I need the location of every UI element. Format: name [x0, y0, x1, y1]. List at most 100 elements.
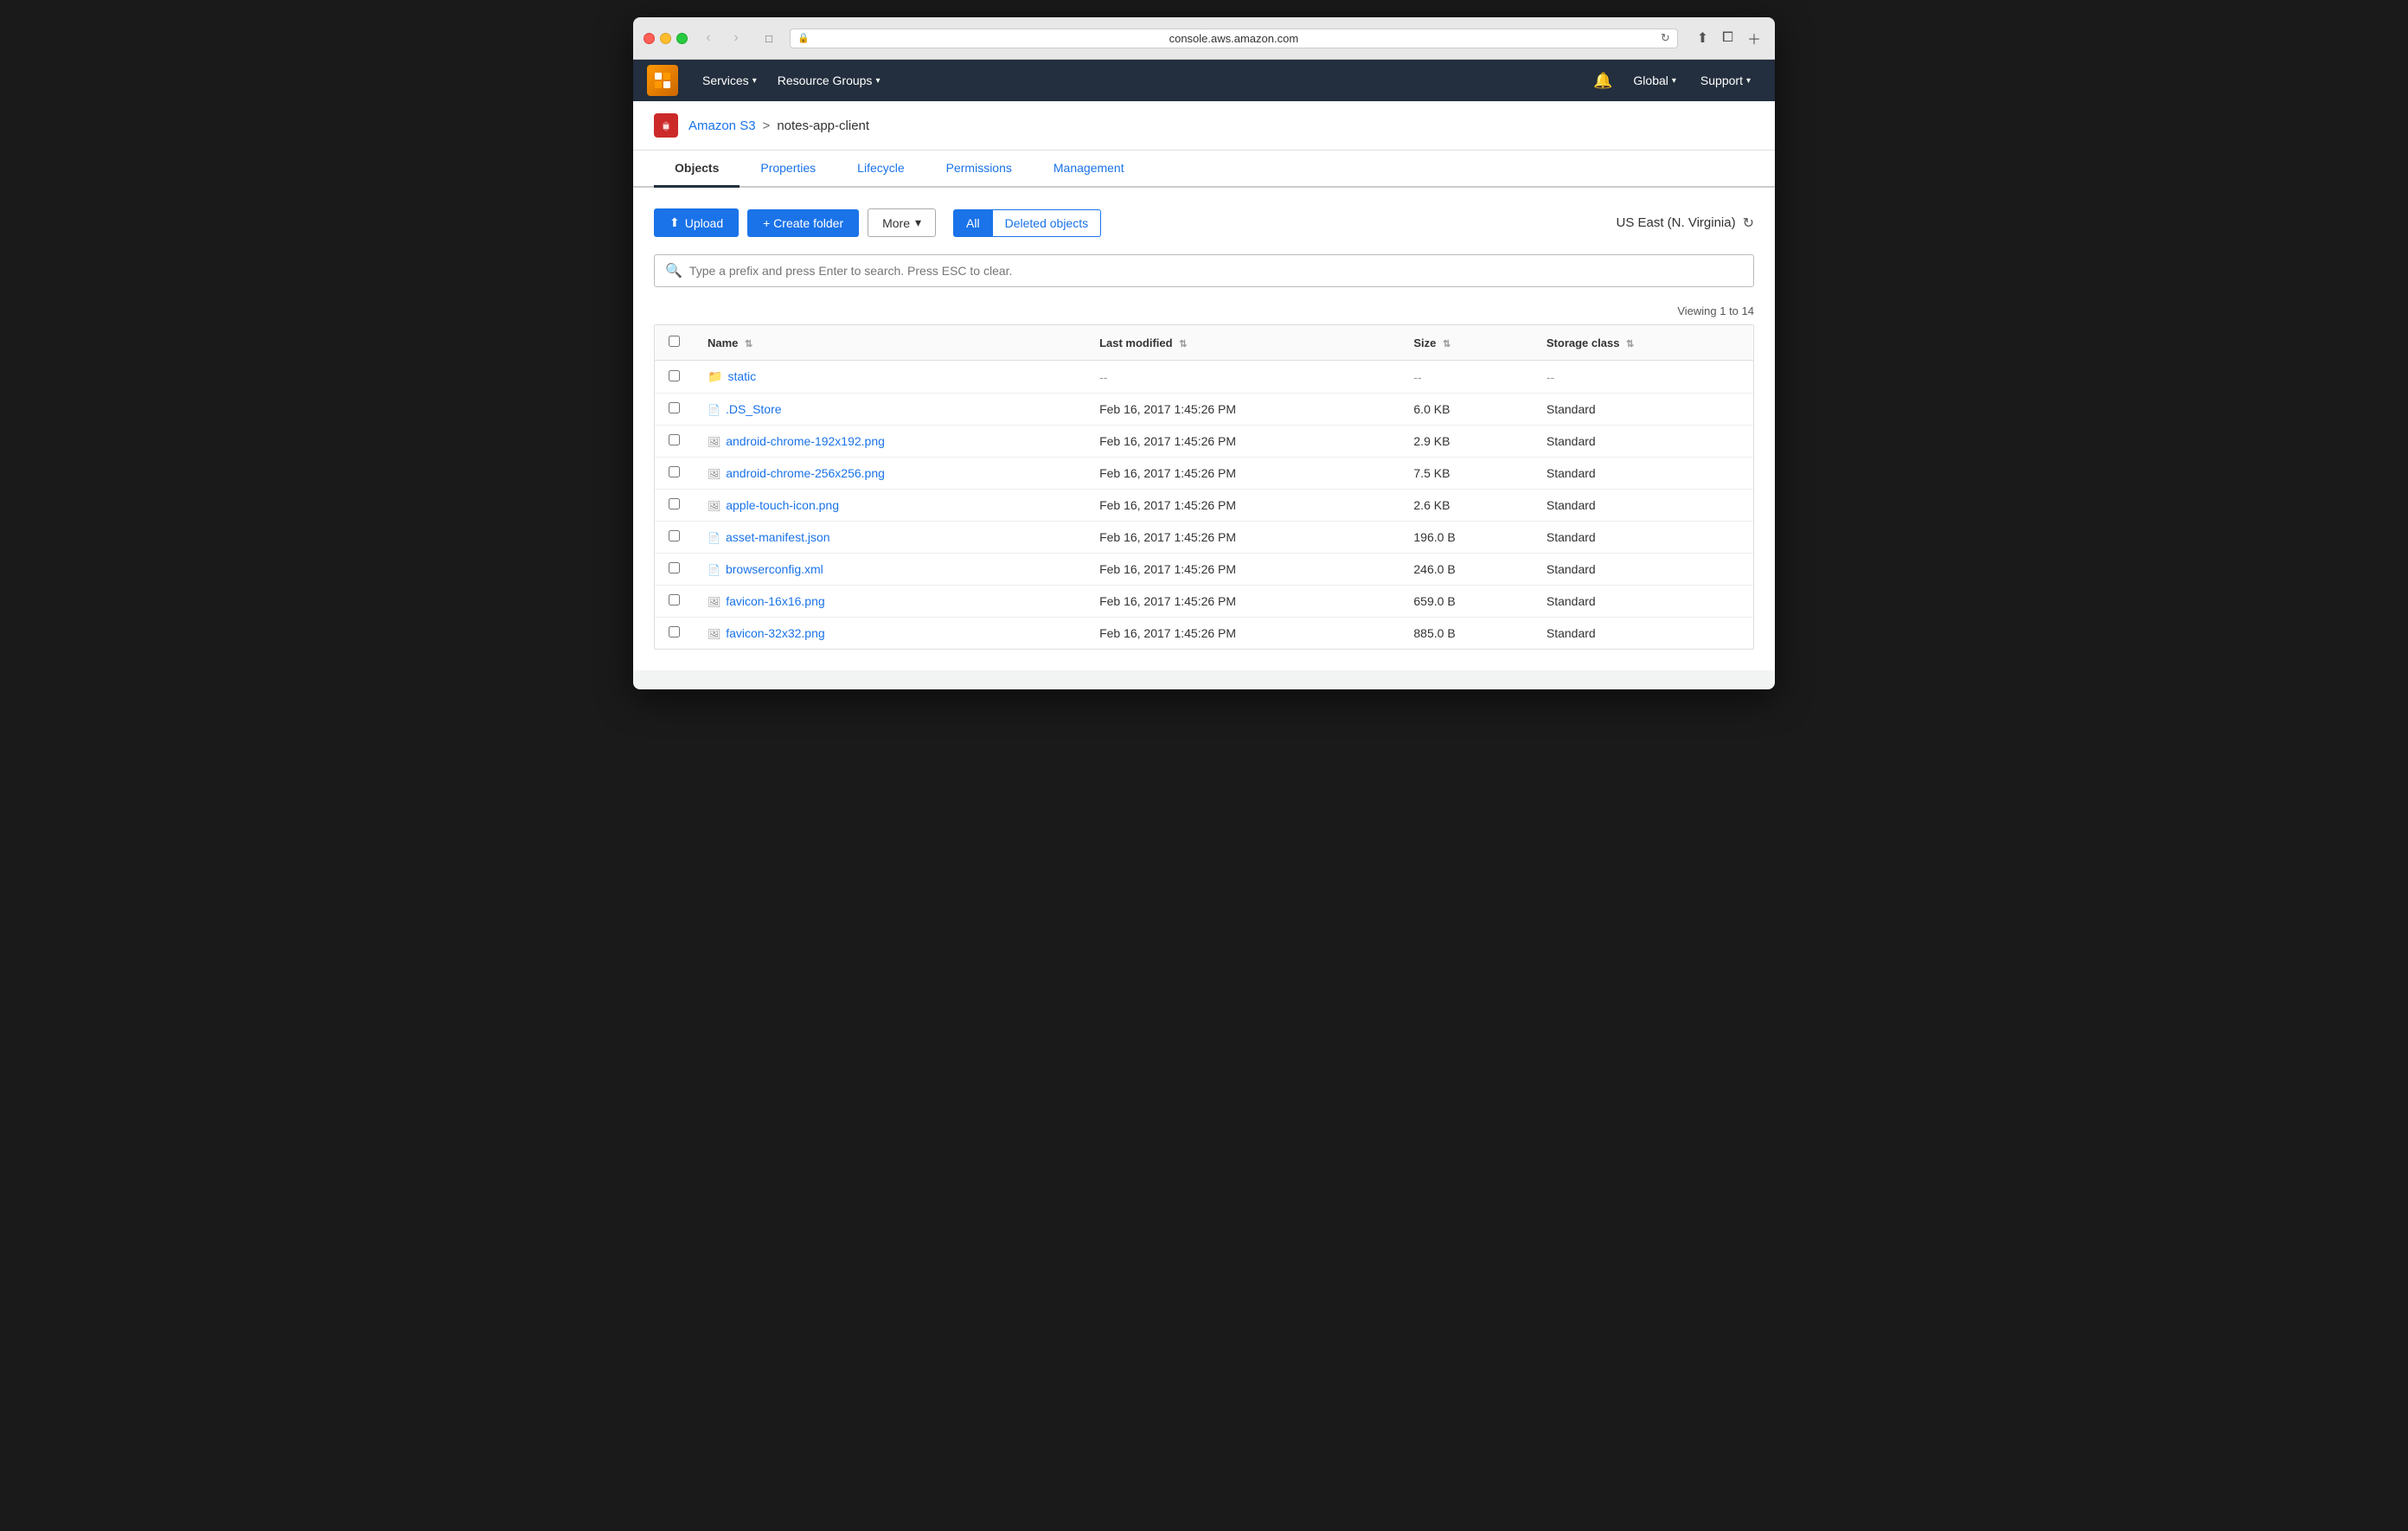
last-modified-column-header[interactable]: Last modified ⇅	[1086, 325, 1399, 361]
size-sort-icon: ⇅	[1443, 339, 1451, 349]
last-modified-sort-icon: ⇅	[1179, 339, 1187, 349]
browser-chrome: ‹ › □ 🔒 console.aws.amazon.com ↻ ⬆ ⧠ ＋	[633, 17, 1775, 60]
viewing-count: Viewing 1 to 14	[654, 304, 1754, 317]
aws-logo[interactable]	[647, 65, 678, 96]
file-name-link[interactable]: asset-manifest.json	[726, 530, 830, 544]
row-name: 🖼android-chrome-192x192.png	[694, 426, 1086, 458]
size-column-header[interactable]: Size ⇅	[1399, 325, 1532, 361]
global-nav-item[interactable]: Global ▾	[1623, 60, 1687, 101]
back-button[interactable]: ‹	[696, 29, 720, 48]
row-checkbox[interactable]	[669, 498, 680, 509]
image-file-icon: 🖼	[708, 596, 720, 608]
maximize-button[interactable]	[676, 33, 688, 44]
notifications-bell-icon[interactable]: 🔔	[1586, 72, 1619, 90]
row-last-modified: Feb 16, 2017 1:45:26 PM	[1086, 426, 1399, 458]
refresh-icon[interactable]: ↻	[1661, 31, 1670, 45]
file-name-link[interactable]: browserconfig.xml	[726, 562, 823, 576]
more-button[interactable]: More ▾	[868, 208, 936, 237]
resource-groups-nav-item[interactable]: Resource Groups ▾	[767, 60, 891, 101]
file-name-link[interactable]: .DS_Store	[726, 402, 782, 416]
share-button[interactable]: ⬆	[1694, 26, 1712, 50]
name-column-header[interactable]: Name ⇅	[694, 325, 1086, 361]
tab-management[interactable]: Management	[1033, 151, 1145, 188]
tab-objects[interactable]: Objects	[654, 151, 740, 188]
row-checkbox[interactable]	[669, 594, 680, 605]
search-input[interactable]	[689, 264, 1743, 278]
row-checkbox[interactable]	[669, 466, 680, 477]
row-storage-class: Standard	[1533, 458, 1753, 490]
close-button[interactable]	[644, 33, 655, 44]
all-filter-button[interactable]: All	[953, 209, 993, 237]
row-storage-class: Standard	[1533, 586, 1753, 618]
row-size: 7.5 KB	[1399, 458, 1532, 490]
file-name-link[interactable]: android-chrome-192x192.png	[726, 434, 885, 448]
row-checkbox[interactable]	[669, 626, 680, 637]
row-name: 🖼 apple-touch-icon.png	[694, 490, 1086, 522]
row-storage-class: Standard	[1533, 426, 1753, 458]
storage-class-column-header[interactable]: Storage class ⇅	[1533, 325, 1753, 361]
image-file-icon: 🖼	[708, 468, 720, 480]
reading-list-button[interactable]: ⧠	[1719, 26, 1737, 50]
breadcrumb: Amazon S3 > notes-app-client	[633, 101, 1775, 151]
support-nav-item[interactable]: Support ▾	[1690, 60, 1761, 101]
row-checkbox[interactable]	[669, 562, 680, 573]
xml-file-icon: 📄	[708, 564, 720, 576]
upload-button[interactable]: ⬆ Upload	[654, 208, 739, 237]
row-last-modified: Feb 16, 2017 1:45:26 PM	[1086, 490, 1399, 522]
minimize-button[interactable]	[660, 33, 671, 44]
row-storage-class: Standard	[1533, 490, 1753, 522]
region-info: US East (N. Virginia) ↻	[1616, 215, 1754, 232]
global-chevron-icon: ▾	[1672, 76, 1676, 86]
main-content: ⬆ Upload + Create folder More ▾ All Dele…	[633, 188, 1775, 670]
aws-logo-icon	[653, 71, 672, 90]
support-chevron-icon: ▾	[1746, 76, 1751, 86]
s3-breadcrumb-link[interactable]: Amazon S3	[688, 119, 756, 133]
tab-switcher-button[interactable]: □	[757, 29, 781, 48]
tabs-container: Objects Properties Lifecycle Permissions…	[633, 151, 1775, 188]
row-last-modified: Feb 16, 2017 1:45:26 PM	[1086, 618, 1399, 650]
file-name-link[interactable]: apple-touch-icon.png	[726, 498, 839, 512]
folder-icon: 📁	[708, 369, 722, 383]
table-row: 📄asset-manifest.json Feb 16, 2017 1:45:2…	[655, 522, 1753, 554]
row-storage-class: Standard	[1533, 522, 1753, 554]
select-all-checkbox[interactable]	[669, 336, 680, 347]
upload-icon: ⬆	[669, 215, 680, 230]
image-file-icon: 🖼	[708, 500, 720, 512]
row-size: 659.0 B	[1399, 586, 1532, 618]
table-row: 🖼 favicon-16x16.png Feb 16, 2017 1:45:26 …	[655, 586, 1753, 618]
tab-permissions[interactable]: Permissions	[925, 151, 1033, 188]
deleted-objects-filter-button[interactable]: Deleted objects	[993, 209, 1102, 237]
file-name-link[interactable]: favicon-16x16.png	[726, 594, 824, 608]
file-icon: 📄	[708, 532, 720, 544]
tab-properties[interactable]: Properties	[740, 151, 836, 188]
file-name-link[interactable]: favicon-32x32.png	[726, 626, 824, 640]
row-checkbox[interactable]	[669, 434, 680, 445]
table-row: 📁static -- -- --	[655, 361, 1753, 394]
row-checkbox[interactable]	[669, 402, 680, 413]
objects-table: Name ⇅ Last modified ⇅ Size ⇅	[654, 324, 1754, 650]
file-icon: 📄	[708, 404, 720, 416]
new-tab-button[interactable]: ＋	[1744, 26, 1764, 50]
table-row: 🖼android-chrome-256x256.png Feb 16, 2017…	[655, 458, 1753, 490]
row-checkbox[interactable]	[669, 370, 680, 381]
storage-class-sort-icon: ⇅	[1626, 339, 1634, 349]
create-folder-button[interactable]: + Create folder	[747, 209, 859, 237]
file-name-link[interactable]: static	[727, 369, 756, 383]
toolbar: ⬆ Upload + Create folder More ▾ All Dele…	[654, 208, 1754, 237]
row-last-modified: Feb 16, 2017 1:45:26 PM	[1086, 586, 1399, 618]
file-name-link[interactable]: android-chrome-256x256.png	[726, 466, 885, 480]
region-refresh-icon[interactable]: ↻	[1743, 215, 1754, 232]
row-storage-class: Standard	[1533, 394, 1753, 426]
table-row: 📄browserconfig.xml Feb 16, 2017 1:45:26 …	[655, 554, 1753, 586]
row-checkbox[interactable]	[669, 530, 680, 541]
resource-groups-chevron-icon: ▾	[875, 76, 880, 86]
table-row: 🖼 apple-touch-icon.png Feb 16, 2017 1:45:…	[655, 490, 1753, 522]
row-last-modified: Feb 16, 2017 1:45:26 PM	[1086, 394, 1399, 426]
row-size: 2.6 KB	[1399, 490, 1532, 522]
lock-icon: 🔒	[797, 33, 810, 44]
row-name: 🖼favicon-32x32.png	[694, 618, 1086, 650]
services-nav-item[interactable]: Services ▾	[692, 60, 767, 101]
address-bar[interactable]: 🔒 console.aws.amazon.com ↻	[790, 29, 1678, 48]
tab-lifecycle[interactable]: Lifecycle	[836, 151, 925, 188]
forward-button[interactable]: ›	[724, 29, 748, 48]
